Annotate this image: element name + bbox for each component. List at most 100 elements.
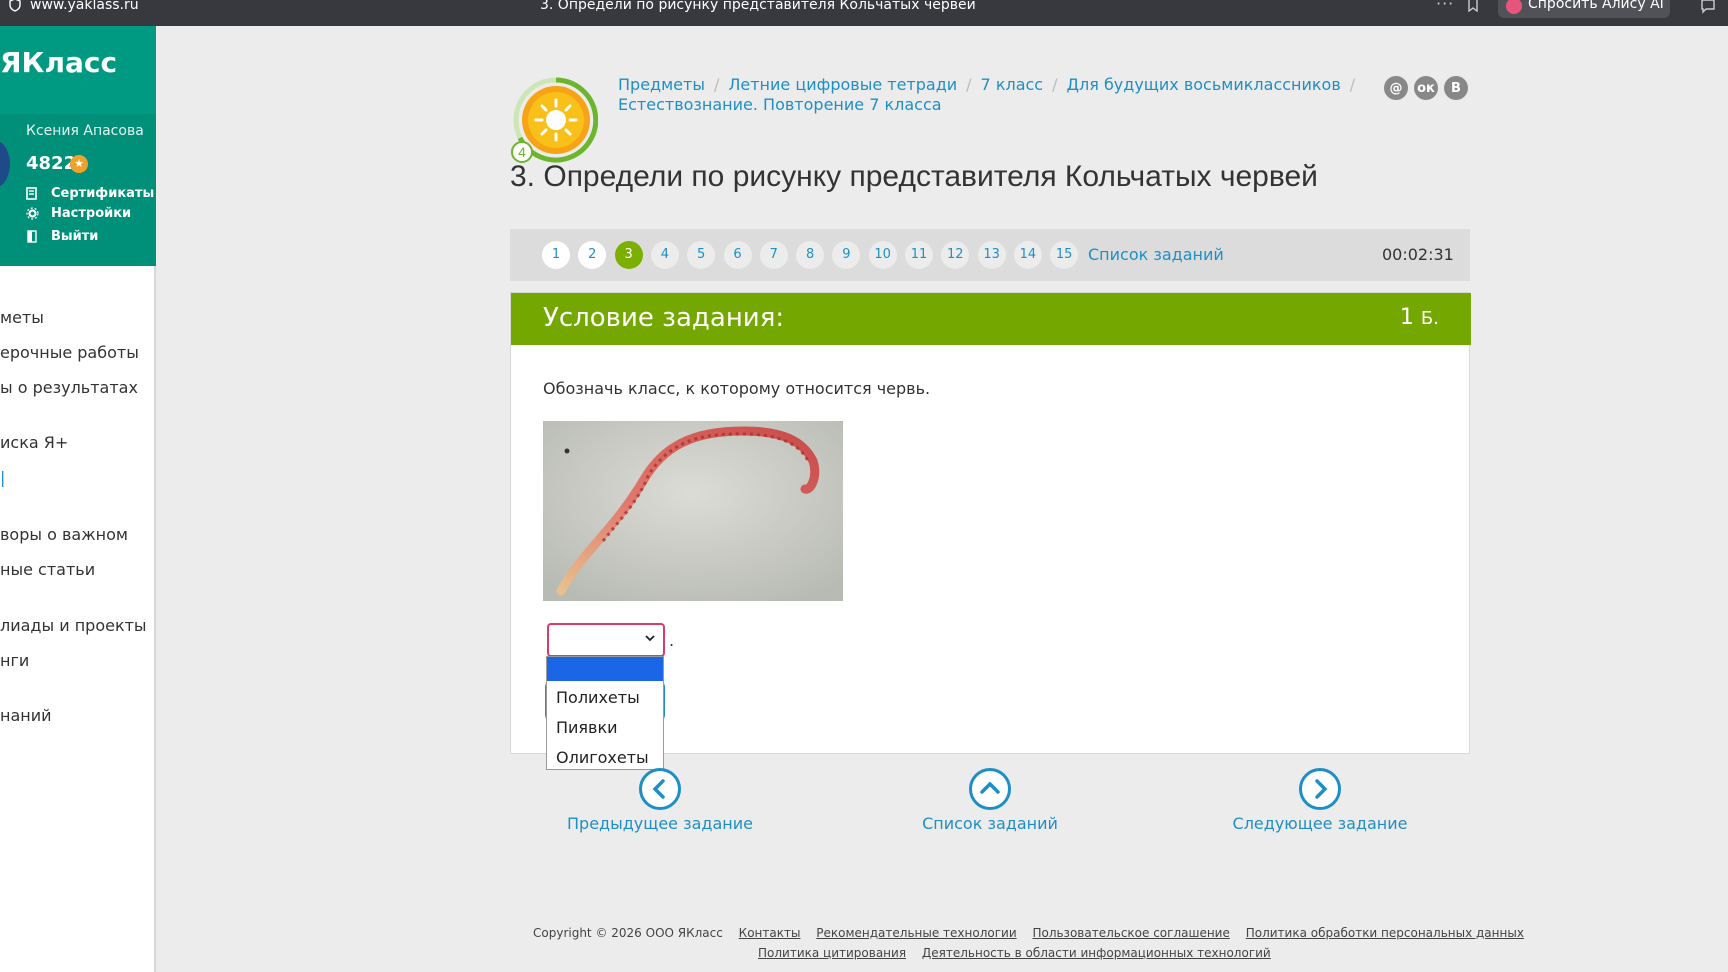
task-number-5[interactable]: 5 <box>687 241 716 269</box>
ask-alisa-button[interactable]: Спросить Алису AI <box>1498 0 1670 18</box>
subject-level-emblem: 4 <box>511 77 598 163</box>
breadcrumb-separator: / <box>713 75 720 94</box>
task-number-10[interactable]: 10 <box>868 241 897 269</box>
logout-link[interactable]: Выйти <box>26 229 98 244</box>
browser-toolbar: www.yaklass.ru 3. Определи по рисунку пр… <box>0 0 1728 26</box>
breadcrumb-separator: / <box>1349 75 1356 94</box>
mail-icon[interactable]: @ <box>1384 76 1408 100</box>
brand-logo[interactable]: ЯКласс <box>0 46 117 79</box>
sidebar-item-articles[interactable]: ные статьи <box>0 560 95 579</box>
tab-title: 3. Определи по рисунку представителя Кол… <box>540 0 976 13</box>
score-value: 1 <box>1399 305 1414 330</box>
odnoklassniki-icon[interactable]: ок <box>1414 76 1438 100</box>
breadcrumb: Предметы / Летние цифровые тетради / 7 класс… <box>618 75 1378 115</box>
task-number-6[interactable]: 6 <box>723 241 752 269</box>
breadcrumb-item[interactable]: Для будущих восьмиклассников <box>1067 75 1341 94</box>
select-dropdown[interactable]: Полихеты Пиявки Олигохеты <box>546 656 664 770</box>
sentence-period: . <box>669 631 675 650</box>
task-number-3[interactable]: 3 <box>614 241 643 269</box>
sidebar-item-knowledge[interactable]: наний <box>0 706 52 725</box>
task-score: 1 Б. <box>1400 305 1439 330</box>
user-panel: ЯКласс Ксения Апасова 4822 ★ Сертификаты… <box>0 26 156 266</box>
class-select[interactable] <box>547 623 665 657</box>
sidebar-item-marker[interactable]: | <box>0 468 5 487</box>
next-task-button[interactable]: Следующее задание <box>1220 768 1420 838</box>
next-task-label: Следующее задание <box>1232 814 1408 833</box>
certificate-icon <box>26 187 37 200</box>
chevron-down-icon <box>645 635 655 642</box>
chevron-right-icon <box>1299 768 1341 810</box>
task-list-link[interactable]: Список заданий <box>1088 245 1224 264</box>
address-bar[interactable]: www.yaklass.ru <box>30 0 139 13</box>
page-title: 3. Определи по рисунку представителя Кол… <box>510 160 1318 193</box>
certificates-label: Сертификаты <box>51 186 155 201</box>
task-header-title: Условие задания: <box>543 303 785 333</box>
more-icon[interactable]: ··· <box>1436 0 1454 13</box>
avatar[interactable] <box>0 140 10 188</box>
sidebar-item-reports[interactable]: ы о результатах <box>0 378 138 397</box>
shield-icon <box>9 0 21 12</box>
score-unit: Б. <box>1420 308 1439 329</box>
vk-icon[interactable]: В <box>1444 76 1468 100</box>
star-icon: ★ <box>70 155 88 173</box>
task-header: Условие задания: 1 Б. <box>511 293 1471 345</box>
task-list-label: Список заданий <box>922 814 1058 833</box>
logout-label: Выйти <box>51 229 99 244</box>
dropdown-option[interactable]: Пиявки <box>547 711 663 741</box>
task-navigation: 1 2 3 4 5 6 7 8 9 10 11 12 13 14 15 Список заданий 00:… <box>510 229 1470 281</box>
question-text: Обозначь класс, к которому относится чер… <box>543 379 931 398</box>
breadcrumb-item[interactable]: Летние цифровые тетради <box>728 75 957 94</box>
task-number-11[interactable]: 11 <box>905 241 933 269</box>
footer-row-1: Copyright © 2026 ООО ЯКласс Контакты Рек… <box>533 926 1524 940</box>
dropdown-option[interactable]: Полихеты <box>547 681 663 711</box>
footer-row-2: Политика цитирования Деятельность в обла… <box>758 946 1271 960</box>
sidebar: ЯКласс Ксения Апасова 4822 ★ Сертификаты… <box>0 26 156 972</box>
breadcrumb-item[interactable]: 7 класс <box>981 75 1044 94</box>
task-number-13[interactable]: 13 <box>977 241 1006 269</box>
previous-task-label: Предыдущее задание <box>567 814 753 833</box>
task-number-1[interactable]: 1 <box>542 241 570 269</box>
task-number-8[interactable]: 8 <box>796 241 825 269</box>
logout-icon <box>27 230 37 243</box>
sidebar-item-subscription[interactable]: иска Я+ <box>0 433 68 452</box>
settings-link[interactable]: Настройки <box>26 206 131 221</box>
task-number-12[interactable]: 12 <box>941 241 970 269</box>
settings-label: Настройки <box>51 206 132 221</box>
user-name[interactable]: Ксения Апасова <box>26 123 144 139</box>
footer-link-agreement[interactable]: Пользовательское соглашение <box>1032 926 1229 940</box>
sidebar-item-subjects[interactable]: меты <box>0 308 44 327</box>
footer-link-recommendations[interactable]: Рекомендательные технологии <box>816 926 1016 940</box>
task-number-4[interactable]: 4 <box>650 241 679 269</box>
task-number-2[interactable]: 2 <box>578 241 607 269</box>
points-count: 4822 <box>26 153 77 174</box>
footer-link-citation[interactable]: Политика цитирования <box>758 946 906 960</box>
task-number-9[interactable]: 9 <box>832 241 861 269</box>
breadcrumb-item[interactable]: Предметы <box>618 75 705 94</box>
dropdown-option-empty[interactable] <box>547 657 663 681</box>
sidebar-item-olympiads[interactable]: лиады и проекты <box>0 616 147 635</box>
task-number-15[interactable]: 15 <box>1050 241 1079 269</box>
sidebar-item-ratings[interactable]: нги <box>0 651 29 670</box>
breadcrumb-item[interactable]: Естествознание. Повторение 7 класса <box>618 95 942 114</box>
gear-icon <box>26 207 39 220</box>
task-number-7[interactable]: 7 <box>759 241 788 269</box>
breadcrumb-separator: / <box>1052 75 1058 94</box>
sidebar-item-tests[interactable]: ерочные работы <box>0 343 139 362</box>
chat-icon[interactable] <box>1700 0 1716 14</box>
footer-link-privacy[interactable]: Политика обработки персональных данных <box>1246 926 1524 940</box>
previous-task-button[interactable]: Предыдущее задание <box>560 768 760 838</box>
bookmark-icon[interactable] <box>1466 0 1480 12</box>
timer: 00:02:31 <box>1382 245 1454 264</box>
certificates-link[interactable]: Сертификаты <box>26 186 154 201</box>
task-number-14[interactable]: 14 <box>1013 241 1042 269</box>
footer-link-contacts[interactable]: Контакты <box>739 926 801 940</box>
alisa-icon <box>1506 0 1522 14</box>
footer-link-it-activity[interactable]: Деятельность в области информационных те… <box>922 946 1271 960</box>
breadcrumb-separator: / <box>966 75 972 94</box>
sidebar-item-conversations[interactable]: воры о важном <box>0 525 128 544</box>
task-list-button[interactable]: Список заданий <box>890 768 1090 838</box>
social-share: @ ок В <box>1384 76 1474 100</box>
dropdown-option[interactable]: Олигохеты <box>547 741 663 771</box>
copyright: Copyright © 2026 ООО ЯКласс <box>533 926 723 940</box>
worm-image <box>543 421 843 601</box>
